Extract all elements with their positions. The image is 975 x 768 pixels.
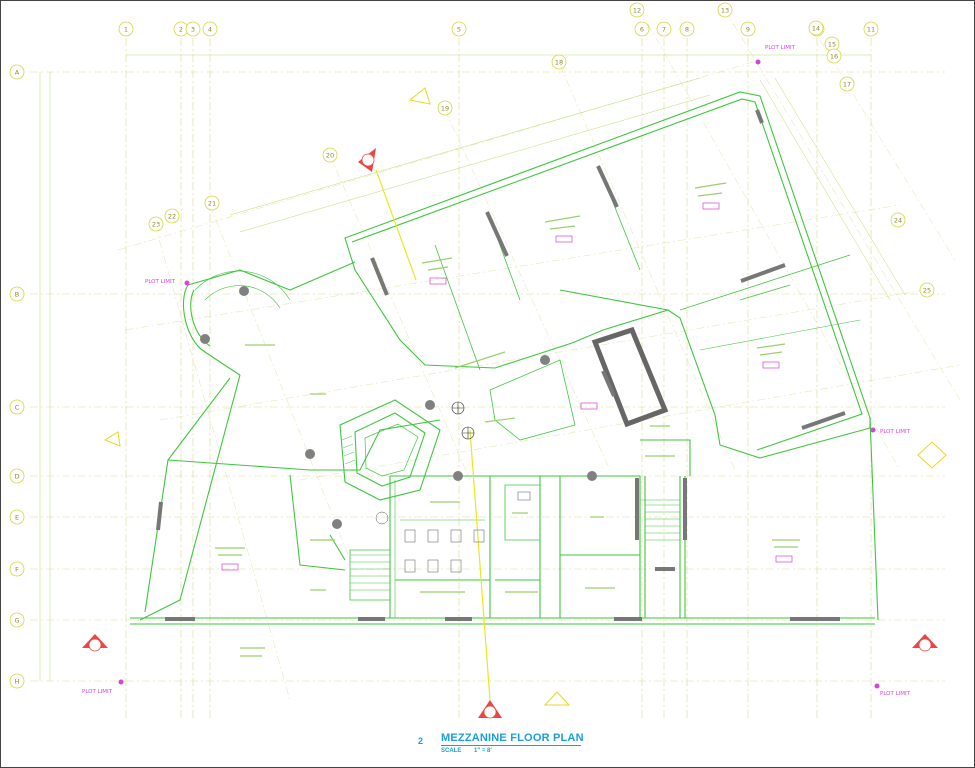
plot-limit-label-west: PLOT LIMIT [145, 279, 176, 285]
svg-text:15: 15 [828, 41, 836, 49]
svg-text:23: 23 [152, 221, 160, 229]
grid-bubble-24: 24 [890, 212, 906, 228]
grid-bubble-1: 1 [118, 21, 134, 37]
grid-bubble-B: B [9, 286, 25, 302]
svg-text:7: 7 [662, 26, 666, 34]
plot-limit-label-se: PLOT LIMIT [880, 691, 911, 697]
grid-bubble-22: 22 [164, 208, 180, 224]
svg-text:16: 16 [830, 53, 838, 61]
svg-text:5: 5 [457, 26, 461, 34]
grid-bubble-F: F [9, 561, 25, 577]
svg-text:G: G [14, 617, 19, 625]
svg-text:F: F [15, 566, 19, 574]
drawing-title: MEZZANINE FLOOR PLAN [441, 732, 584, 744]
svg-text:11: 11 [867, 26, 875, 34]
grid-bubble-A: A [9, 64, 25, 80]
svg-text:22: 22 [168, 213, 176, 221]
svg-text:C: C [15, 404, 20, 412]
grid-bubble-13: 13 [717, 2, 733, 18]
grid-bubble-20: 20 [322, 147, 338, 163]
grid-bubble-23: 23 [148, 216, 164, 232]
svg-text:2: 2 [179, 26, 183, 34]
grid-bubble-D: D [9, 468, 25, 484]
svg-text:14: 14 [812, 25, 820, 33]
grid-bubble-25: 25 [919, 282, 935, 298]
svg-text:21: 21 [208, 200, 216, 208]
plot-limit-label-north: PLOT LIMIT [765, 45, 796, 51]
grid-bubble-C: C [9, 399, 25, 415]
svg-text:19: 19 [441, 105, 449, 113]
svg-text:25: 25 [923, 287, 931, 295]
svg-text:H: H [15, 678, 20, 686]
drawing-number: 2 [418, 736, 424, 746]
svg-text:13: 13 [721, 7, 729, 15]
grid-bubble-12: 12 [629, 2, 645, 18]
svg-text:24: 24 [894, 217, 902, 225]
grid-bubble-18: 18 [551, 54, 567, 70]
grid-bubble-3: 3 [185, 21, 201, 37]
grid-bubble-4: 4 [202, 21, 218, 37]
scale-value: 1" = 8' [474, 748, 492, 754]
svg-text:18: 18 [555, 59, 563, 67]
grid-bubble-8: 8 [679, 21, 695, 37]
scale-label: SCALE [441, 748, 462, 754]
grid-bubble-H: H [9, 673, 25, 689]
svg-text:D: D [14, 473, 19, 481]
svg-text:3: 3 [191, 26, 195, 34]
grid-bubble-G: G [9, 612, 25, 628]
sheet-border [0, 0, 975, 768]
grid-bubble-14: 14 [808, 20, 824, 36]
svg-text:6: 6 [640, 26, 644, 34]
svg-text:20: 20 [326, 152, 334, 160]
svg-text:4: 4 [208, 26, 212, 34]
grid-bubble-11: 11 [863, 21, 879, 37]
svg-text:E: E [15, 514, 19, 522]
grid-bubble-19: 19 [437, 100, 453, 116]
grid-bubble-17: 17 [839, 76, 855, 92]
grid-bubble-E: E [9, 509, 25, 525]
svg-text:9: 9 [746, 26, 750, 34]
grid-bubble-5: 5 [451, 21, 467, 37]
title-underline [441, 745, 581, 746]
plot-limit-label-sw: PLOT LIMIT [82, 689, 113, 695]
grid-bubble-6: 6 [634, 21, 650, 37]
svg-text:12: 12 [633, 7, 641, 15]
svg-text:B: B [15, 291, 19, 299]
svg-text:17: 17 [843, 81, 851, 89]
drawing-sheet: PLOT LIMIT PLOT LIMIT PLOT LIMIT PLOT LI… [0, 0, 975, 768]
svg-text:A: A [15, 69, 20, 77]
grid-bubble-21: 21 [204, 195, 220, 211]
svg-text:8: 8 [685, 26, 689, 34]
grid-bubble-9: 9 [740, 21, 756, 37]
grid-bubble-7: 7 [656, 21, 672, 37]
grid-bubble-16: 16 [826, 48, 842, 64]
plot-limit-label-east: PLOT LIMIT [880, 429, 911, 435]
svg-text:1: 1 [124, 26, 128, 34]
